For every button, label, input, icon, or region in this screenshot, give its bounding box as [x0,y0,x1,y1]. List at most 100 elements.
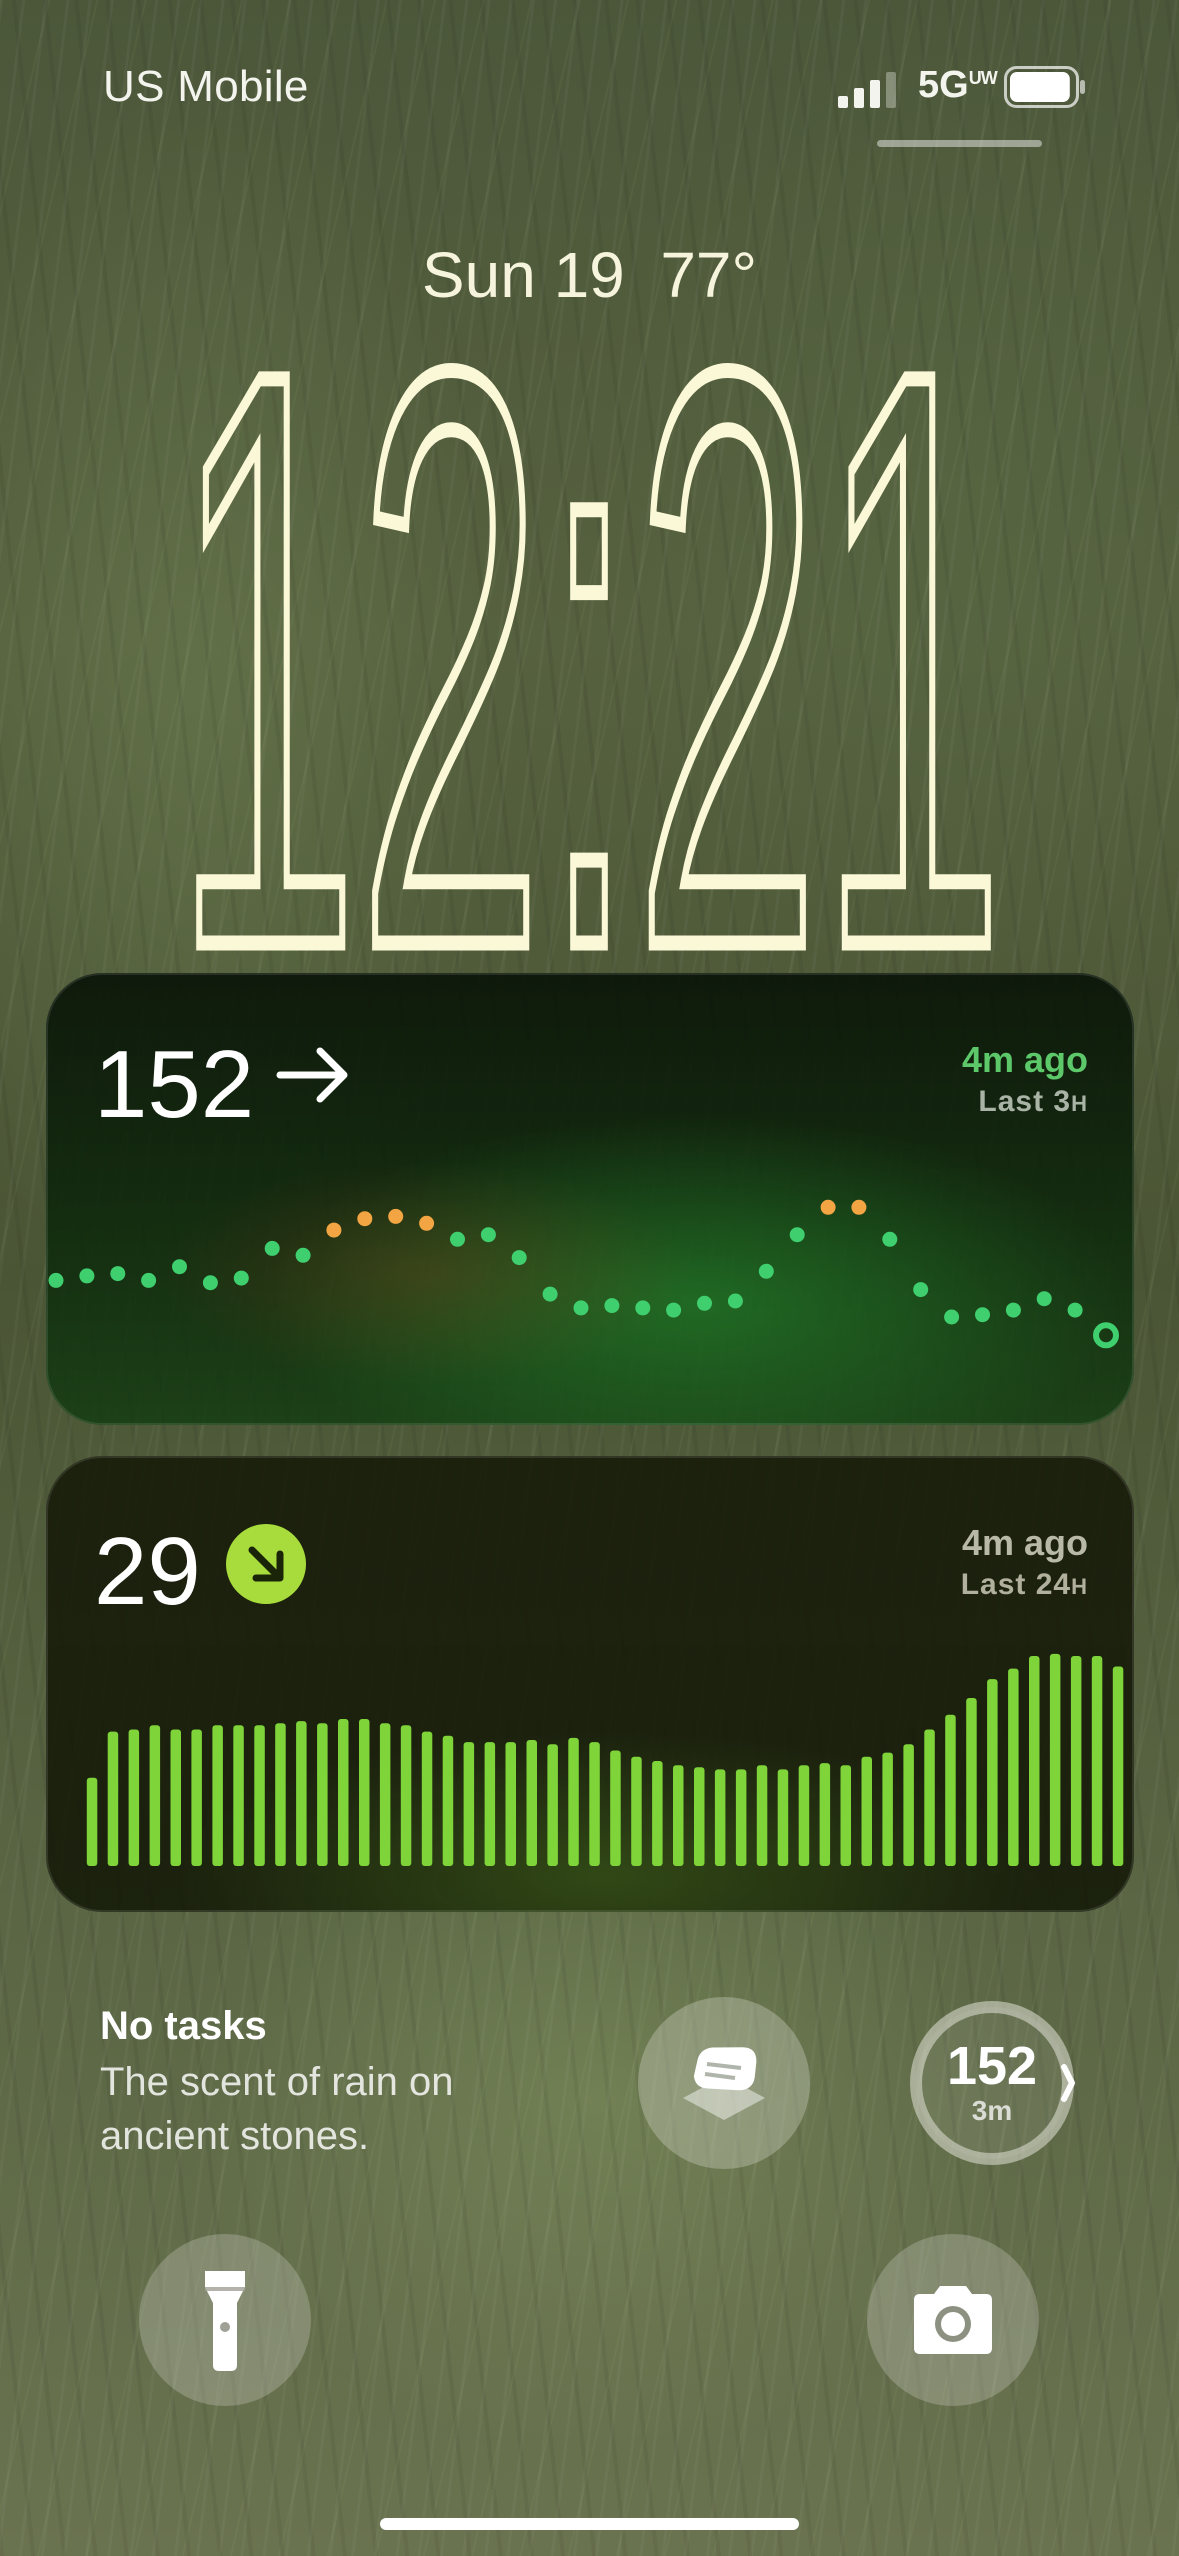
glucose-point [388,1208,404,1224]
history-bar [610,1750,621,1866]
glucose-point [542,1286,558,1302]
flashlight-button[interactable] [139,2234,311,2406]
glucose-point [357,1211,373,1227]
history-bar [840,1765,851,1866]
history-bar [1049,1653,1061,1866]
glucose-point [233,1270,249,1286]
glucose-point [820,1199,836,1215]
glucose-point [141,1272,157,1288]
history-bar [903,1744,914,1866]
history-bar [819,1763,831,1866]
network-type-label: 5G [918,64,969,106]
glucose-point [110,1266,126,1282]
flashlight-icon [205,2271,245,2371]
glucose-point [79,1268,95,1284]
time-display[interactable]: 12:21 [0,298,1179,958]
clock-time: 12:21 [174,298,1004,958]
reminder-title: No tasks [100,2004,267,2048]
history-bar [756,1765,768,1866]
glucose-point [450,1231,465,1247]
history-bar [421,1731,433,1866]
history-bar [379,1723,391,1866]
glucose-point [511,1250,527,1266]
history-bar [338,1719,349,1866]
glucose-point [697,1295,712,1311]
history-bar [233,1725,244,1866]
glucose-point [264,1240,280,1256]
glucose-point [295,1247,311,1263]
history-bar [589,1742,600,1866]
glucose-point [758,1263,774,1279]
history-bar [966,1698,977,1866]
glucose-point [913,1282,929,1298]
history-bar-chart [86,1653,1124,1866]
history-bar [359,1719,370,1866]
history-bar [1070,1656,1082,1866]
complication-age: 3m [971,2095,1013,2126]
history-bar [1112,1666,1124,1866]
glucose-point [326,1222,342,1238]
history-bar [128,1729,140,1866]
history-bar [798,1765,810,1866]
glucose-point [1067,1302,1083,1318]
glucose-point [48,1272,64,1288]
reminder-text: The scent of rain on ancient stones. [100,2060,454,2158]
history-bar [882,1752,893,1866]
history-bar [526,1740,537,1866]
glucose-current-point [1093,1322,1119,1349]
history-bar [547,1744,558,1866]
history-bar [296,1721,307,1866]
history-widget[interactable]: 29 4m ago Last 24H [46,1456,1134,1912]
history-bar [317,1723,328,1866]
network-type-indicator: 5GUW [918,64,998,107]
history-bar [463,1742,475,1866]
history-bar [631,1756,642,1866]
carrier-name: US Mobile [103,62,309,111]
history-bar [484,1742,496,1866]
battery-icon [1004,66,1085,108]
network-suffix-label: UW [968,68,998,88]
history-bar [735,1769,747,1866]
cellular-signal-icon [838,72,896,108]
history-bar [149,1725,161,1866]
history-bar [212,1725,223,1866]
glucose-point [419,1215,435,1231]
history-bar [1029,1656,1040,1866]
history-bar [505,1742,516,1866]
glucose-point [172,1259,187,1275]
glucose-point [573,1300,589,1316]
history-bar [652,1761,663,1866]
history-bar [945,1714,956,1866]
history-bar [694,1767,705,1866]
history-bar [1008,1668,1019,1866]
glucose-point [1036,1291,1052,1307]
glucose-point [851,1199,867,1215]
history-bar [924,1729,935,1866]
glucose-point [1005,1302,1021,1318]
history-bar [1091,1656,1103,1866]
glucose-point [882,1231,898,1247]
glucose-complication[interactable]: 152 3m [906,1997,1078,2169]
glucose-point [635,1300,651,1316]
glucose-widget[interactable]: 152 4m ago Last 3H [46,973,1134,1425]
history-bar [777,1769,789,1866]
glucose-point [666,1302,682,1318]
history-bar [568,1737,579,1866]
history-bar [673,1765,684,1866]
camera-button[interactable] [867,2234,1039,2406]
complication-value: 152 [946,2036,1038,2096]
history-bar [107,1731,119,1866]
history-bar [170,1729,181,1866]
glucose-point [480,1227,496,1243]
home-indicator[interactable] [380,2518,799,2530]
history-bar [987,1679,998,1866]
shortcuts-icon [683,2047,765,2120]
glucose-point [975,1307,990,1323]
control-center-indicator[interactable] [877,140,1042,147]
shortcuts-widget-button[interactable] [638,1997,810,2169]
reminders-widget[interactable]: No tasks The scent of rain on ancient st… [100,2004,580,2163]
history-bar [275,1723,286,1866]
glucose-point [604,1298,620,1314]
history-bar [714,1769,726,1866]
glucose-point [789,1227,805,1243]
